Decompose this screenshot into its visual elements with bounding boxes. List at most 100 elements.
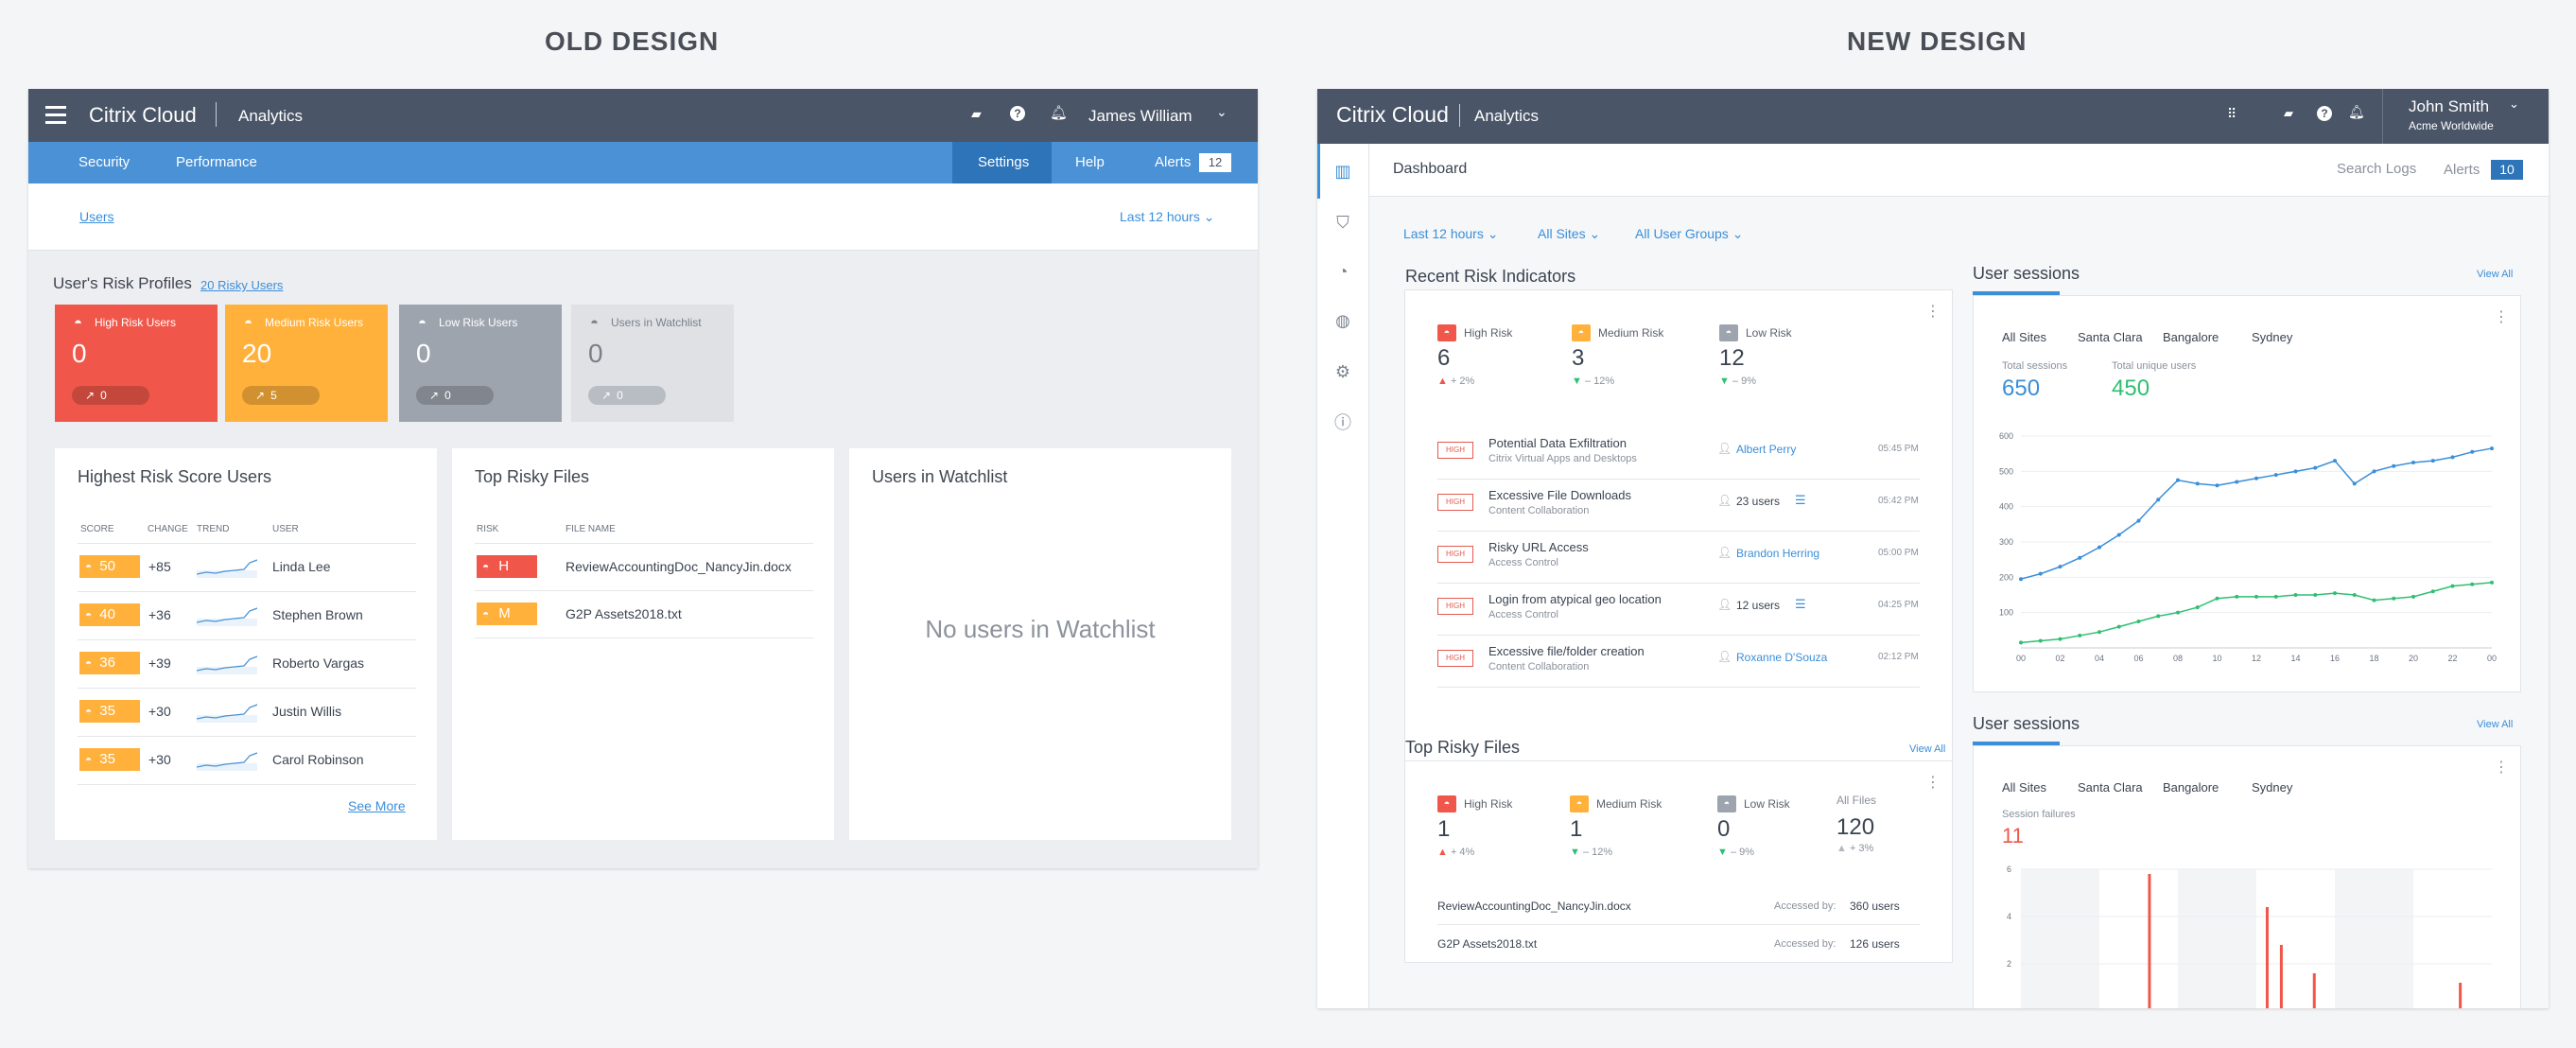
alerts-link[interactable]: Alerts (2444, 162, 2480, 178)
group-filter[interactable]: All User Groups ⌄ (1635, 226, 1743, 242)
kpi-label: High Risk (1464, 797, 1513, 811)
user-name[interactable]: John Smith (2409, 97, 2489, 116)
apps-grid-icon[interactable]: ⠿ (2227, 106, 2237, 122)
user-name[interactable]: Stephen Brown (272, 607, 363, 622)
file-row[interactable]: ReviewAccountingDoc_NancyJin.docx Accesse… (1405, 890, 1952, 928)
nav-alerts[interactable]: Alerts (1155, 154, 1191, 170)
table-row[interactable]: ◓ 36 +39 Roberto Vargas (55, 639, 437, 687)
kpi-label: Medium Risk (1598, 326, 1664, 340)
risk-indicator-row[interactable]: HIGH Risky URL Access Access Control 👤︎ Bran… (1405, 533, 1952, 584)
score-badge: ◓ 50 (79, 555, 140, 578)
file-row[interactable]: G2P Assets2018.txt Accessed by: 126 users (1405, 928, 1952, 966)
see-more-link[interactable]: See More (348, 798, 406, 813)
user-name[interactable]: Linda Lee (272, 559, 331, 574)
site-tab-sydney[interactable]: Sydney (2252, 330, 2292, 344)
list-icon[interactable]: ☰ (1795, 493, 1806, 508)
hamburger-icon[interactable] (45, 106, 66, 125)
sessions-view-all[interactable]: View All (2477, 269, 2513, 280)
file-name[interactable]: G2P Assets2018.txt (566, 606, 682, 621)
nav-performance[interactable]: Performance (176, 154, 257, 170)
risk-tile[interactable]: ◓ Low Risk Users 0 ↗ 0 (399, 305, 562, 422)
score-change: +36 (148, 607, 171, 622)
affected-user[interactable]: 12 users (1736, 599, 1780, 612)
help-circle-icon[interactable]: ⓘ (1327, 407, 1359, 439)
more-menu-icon[interactable]: ⋮ (2494, 307, 2509, 326)
top-files-view-all[interactable]: View All (1909, 743, 1945, 755)
affected-user[interactable]: Albert Perry (1736, 443, 1796, 456)
affected-user[interactable]: 23 users (1736, 495, 1780, 508)
user-name[interactable]: Carol Robinson (272, 752, 364, 767)
data-point (2156, 614, 2161, 619)
help-icon[interactable]: ? (1010, 106, 1025, 121)
time-filter[interactable]: Last 12 hours ⌄ (1120, 209, 1214, 225)
risk-indicator-row[interactable]: HIGH Potential Data Exfiltration Citrix Vi… (1405, 428, 1952, 480)
kpi-label: Medium Risk (1596, 797, 1662, 811)
nav-help[interactable]: Help (1075, 154, 1105, 170)
indicator-time: 02:12 PM (1878, 652, 1919, 662)
risk-indicator-row[interactable]: HIGH Excessive File Downloads Content Coll… (1405, 480, 1952, 532)
user-name[interactable]: Roberto Vargas (272, 655, 364, 671)
file-name[interactable]: G2P Assets2018.txt (1437, 937, 1537, 951)
nav-settings[interactable]: Settings (978, 154, 1029, 170)
affected-user[interactable]: Brandon Herring (1736, 547, 1819, 560)
risk-tile[interactable]: ◓ Users in Watchlist 0 ↗ 0 (571, 305, 734, 422)
chevron-down-icon[interactable]: ⌄ (1216, 104, 1227, 120)
more-menu-icon[interactable]: ⋮ (1925, 302, 1941, 321)
filter-label: Last 12 hours (1403, 226, 1484, 241)
file-row[interactable]: ◓ M G2P Assets2018.txt (452, 590, 834, 638)
more-menu-icon[interactable]: ⋮ (2494, 758, 2509, 777)
kpi[interactable]: ◓ High Risk 1 ▲ + 4% (1437, 795, 1541, 862)
risk-tile[interactable]: ◓ Medium Risk Users 20 ↗ 5 (225, 305, 388, 422)
kpi[interactable]: ◓ Low Risk 0 ▼ – 9% (1717, 795, 1821, 862)
globe-icon[interactable]: ◍ (1327, 305, 1359, 337)
bell-icon[interactable]: 🔔︎ (2348, 104, 2365, 120)
table-row[interactable]: ◓ 50 +85 Linda Lee (55, 543, 437, 590)
bell-icon[interactable]: 🔔︎ (1050, 104, 1068, 121)
risk-indicator-row[interactable]: HIGH Excessive file/folder creation Conten… (1405, 637, 1952, 688)
severity-badge: HIGH (1437, 598, 1473, 615)
y-tick-label: 4 (2007, 912, 2011, 921)
chevron-down-icon[interactable]: ⌄ (2509, 96, 2519, 112)
risk-indicator-row[interactable]: HIGH Login from atypical geo location Acce… (1405, 585, 1952, 636)
table-row[interactable]: ◓ 35 +30 Carol Robinson (55, 736, 437, 783)
site-tab-sydney[interactable]: Sydney (2252, 780, 2292, 795)
site-tab-bangalore[interactable]: Bangalore (2163, 780, 2219, 795)
table-row[interactable]: ◓ 40 +36 Stephen Brown (55, 591, 437, 638)
table-row[interactable]: ◓ 35 +30 Justin Willis (55, 688, 437, 735)
kpi[interactable]: ◓ High Risk 6 ▲ + 2% (1437, 324, 1541, 391)
time-filter[interactable]: Last 12 hours ⌄ (1403, 226, 1498, 242)
risk-tile[interactable]: ◓ High Risk Users 0 ↗ 0 (55, 305, 218, 422)
brand-suffix: Cloud (142, 103, 197, 127)
user-name[interactable]: James William (1088, 107, 1192, 126)
list-icon[interactable]: ☰ (1795, 597, 1806, 612)
security-shield-icon[interactable]: ⛉ (1327, 206, 1359, 238)
file-row[interactable]: ◓ H ReviewAccountingDoc_NancyJin.docx (452, 543, 834, 590)
help-icon[interactable]: ? (2317, 106, 2332, 121)
performance-gauge-icon[interactable]: ◔ (1327, 255, 1359, 288)
risky-users-link[interactable]: 20 Risky Users (200, 278, 283, 292)
site-filter[interactable]: All Sites ⌄ (1538, 226, 1600, 242)
users-link[interactable]: Users (79, 209, 114, 224)
delta-text: – 9% (1732, 376, 1757, 387)
site-tab-all[interactable]: All Sites (2002, 330, 2046, 344)
settings-gear-icon[interactable]: ⚙ (1327, 356, 1359, 388)
sessions2-view-all[interactable]: View All (2477, 719, 2513, 730)
analytics-chart-icon[interactable]: ▥ (1327, 155, 1359, 187)
kpi[interactable]: ◓ Medium Risk 1 ▼ – 12% (1570, 795, 1674, 862)
kpi[interactable]: ◓ Low Risk 12 ▼ – 9% (1719, 324, 1823, 391)
site-tab-santa-clara[interactable]: Santa Clara (2078, 330, 2143, 344)
card-title: Users in Watchlist (872, 467, 1008, 486)
site-tab-bangalore[interactable]: Bangalore (2163, 330, 2219, 344)
nav-security[interactable]: Security (78, 154, 130, 170)
site-tab-santa-clara[interactable]: Santa Clara (2078, 780, 2143, 795)
more-menu-icon[interactable]: ⋮ (1925, 773, 1941, 792)
site-tab-all[interactable]: All Sites (2002, 780, 2046, 795)
chat-icon[interactable]: ▰ (971, 106, 982, 122)
file-name[interactable]: ReviewAccountingDoc_NancyJin.docx (566, 559, 792, 574)
user-name[interactable]: Justin Willis (272, 704, 341, 719)
affected-user[interactable]: Roxanne D'Souza (1736, 651, 1827, 664)
file-name[interactable]: ReviewAccountingDoc_NancyJin.docx (1437, 900, 1631, 913)
chat-icon[interactable]: ▰ (2284, 106, 2293, 121)
search-logs-link[interactable]: Search Logs (2337, 161, 2416, 177)
kpi[interactable]: ◓ Medium Risk 3 ▼ – 12% (1572, 324, 1676, 391)
